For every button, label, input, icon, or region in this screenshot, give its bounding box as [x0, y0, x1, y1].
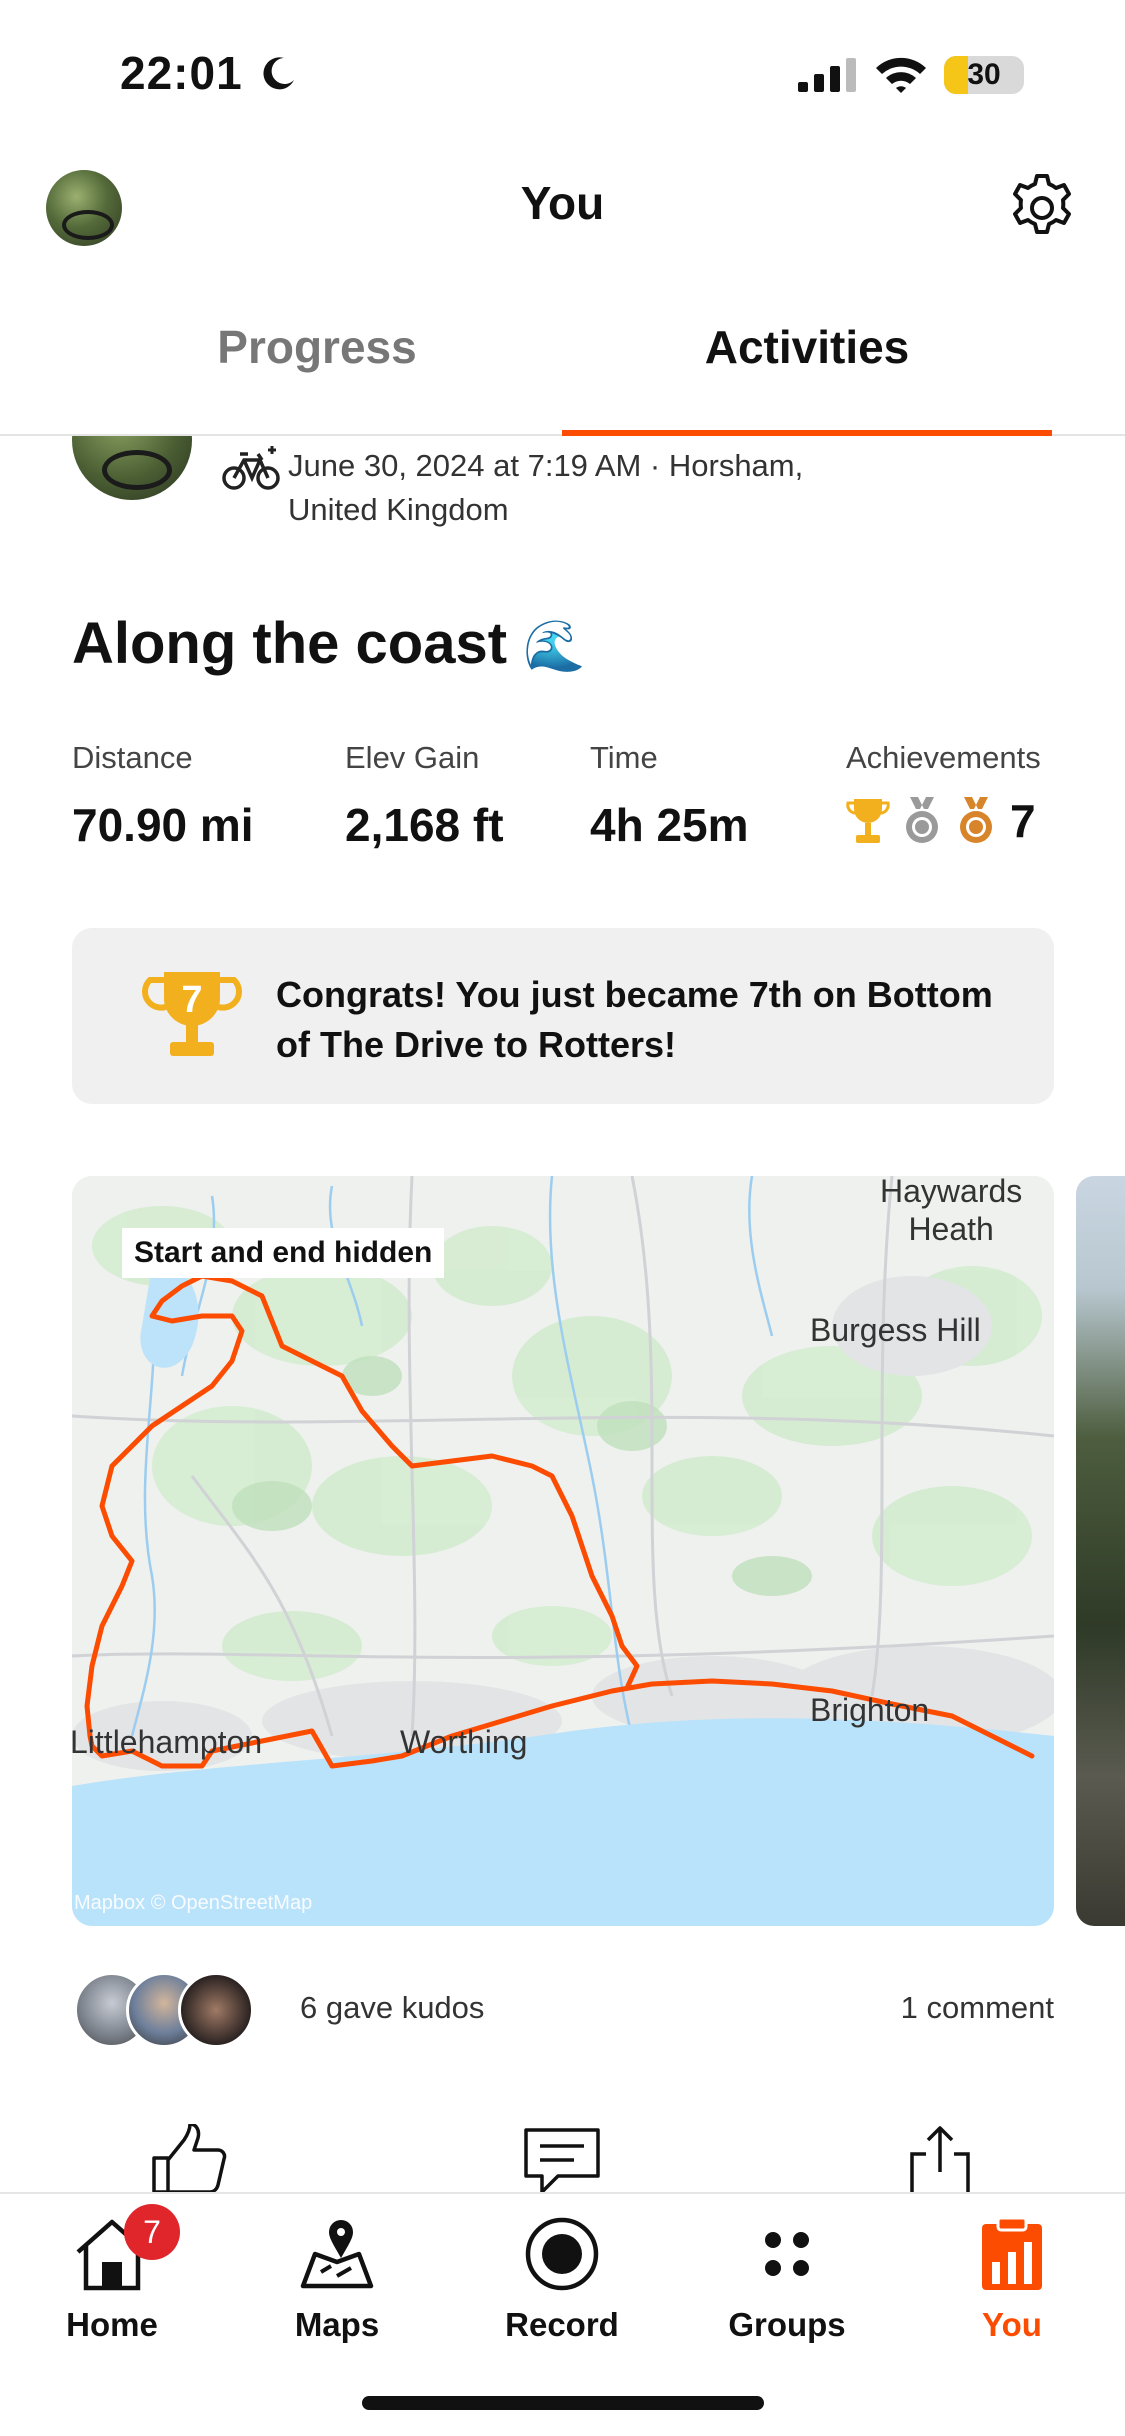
stat-achievements-label: Achievements — [846, 740, 1041, 775]
comment-count[interactable]: 1 comment — [850, 1990, 1054, 2026]
battery-icon: 30 — [944, 56, 1024, 94]
map-canvas — [72, 1176, 1054, 1926]
avatar — [178, 1972, 254, 2048]
battery-percentage: 30 — [967, 58, 1001, 91]
nav-groups-label: Groups — [728, 2306, 846, 2343]
map-label-haywards: Haywards — [880, 1176, 1023, 1209]
nav-maps-label: Maps — [294, 2306, 380, 2343]
map-label-burgess-hill: Burgess Hill — [810, 1312, 981, 1348]
ebike-icon — [222, 446, 280, 490]
gold-trophy-icon — [846, 799, 890, 843]
status-bar: 22:01 30 — [0, 0, 1125, 150]
nav-record[interactable]: Record — [482, 2214, 642, 2344]
maps-icon — [300, 2220, 374, 2289]
kudos-count[interactable]: 6 gave kudos — [300, 1990, 484, 2026]
nav-home-label: Home — [66, 2306, 158, 2343]
map-label-haywards-heath: Haywards Heath — [880, 1176, 1022, 1248]
gear-icon[interactable] — [1004, 170, 1080, 246]
stat-achievements[interactable]: Achievements 7 — [846, 740, 1041, 848]
share-icon[interactable] — [900, 2124, 980, 2196]
thumbs-up-icon[interactable] — [148, 2124, 228, 2196]
activity-title[interactable]: Along the coast 🌊 — [72, 610, 585, 677]
stat-distance-label: Distance — [72, 740, 193, 775]
trophy-icon: 7 — [142, 972, 242, 1056]
bronze-medal-icon — [960, 797, 992, 843]
status-time: 22:01 — [120, 47, 243, 99]
groups-icon — [765, 2232, 809, 2276]
notification-badge: 7 — [124, 2204, 180, 2260]
nav-maps[interactable]: Maps — [257, 2214, 417, 2344]
tab-progress[interactable]: Progress — [72, 320, 562, 374]
activity-title-text: Along the coast — [72, 611, 508, 676]
stat-time: Time 4h 25m — [590, 740, 749, 852]
tab-selected-indicator — [562, 430, 1052, 436]
tab-bar: Progress Activities — [0, 270, 1125, 436]
stat-time-label: Time — [590, 740, 658, 775]
map-label-littlehampton: Littlehampton — [72, 1724, 263, 1760]
nav-home[interactable]: 7 Home — [32, 2204, 192, 2344]
wifi-icon — [876, 57, 926, 93]
tab-activities[interactable]: Activities — [562, 320, 1052, 374]
map-label-brighton: Brighton — [810, 1692, 930, 1728]
next-media-card-peek[interactable] — [1076, 1176, 1125, 1926]
trophy-rank-number: 7 — [181, 979, 202, 1021]
stat-time-value: 4h 25m — [590, 799, 749, 851]
map-attribution: Mapbox © OpenStreetMap — [74, 1892, 313, 1914]
home-indicator — [362, 2396, 764, 2410]
achievements-count: 7 — [1010, 795, 1036, 847]
stat-distance-value: 70.90 mi — [72, 799, 254, 851]
wave-emoji: 🌊 — [523, 618, 586, 674]
nav-you-label: You — [982, 2306, 1042, 2343]
nav-groups[interactable]: Groups — [707, 2214, 867, 2344]
stat-distance: Distance 70.90 mi — [72, 740, 254, 852]
route-map[interactable]: Start and end hidden Haywards Heath Burg… — [72, 1176, 1054, 1926]
record-icon — [525, 2217, 599, 2291]
comment-icon[interactable] — [522, 2124, 602, 2196]
top-header: You — [0, 150, 1125, 270]
page-title: You — [520, 177, 605, 229]
activity-location-country: United Kingdom — [288, 492, 509, 527]
nav-you[interactable]: You — [932, 2214, 1092, 2344]
privacy-badge: Start and end hidden — [122, 1228, 445, 1278]
activity-date-location: June 30, 2024 at 7:19 AM · Horsham, — [288, 448, 804, 483]
map-label-worthing: Worthing — [400, 1724, 528, 1760]
segment-achievement-card[interactable]: 7 Congrats! You just became 7th on Botto… — [72, 928, 1054, 1104]
moon-icon — [263, 57, 294, 90]
silver-medal-icon — [906, 797, 938, 843]
stat-elevation-value: 2,168 ft — [345, 799, 504, 851]
you-icon — [982, 2216, 1042, 2290]
kudos-avatars[interactable] — [74, 1972, 274, 2048]
congrats-message: Congrats! You just became 7th on Bottom … — [276, 974, 993, 1065]
map-label-heath: Heath — [908, 1211, 994, 1247]
stat-elevation-label: Elev Gain — [345, 740, 480, 775]
stat-elevation: Elev Gain 2,168 ft — [345, 740, 504, 852]
nav-record-label: Record — [505, 2306, 619, 2343]
activity-athlete-avatar[interactable] — [72, 436, 192, 500]
cellular-signal-icon — [798, 58, 856, 92]
